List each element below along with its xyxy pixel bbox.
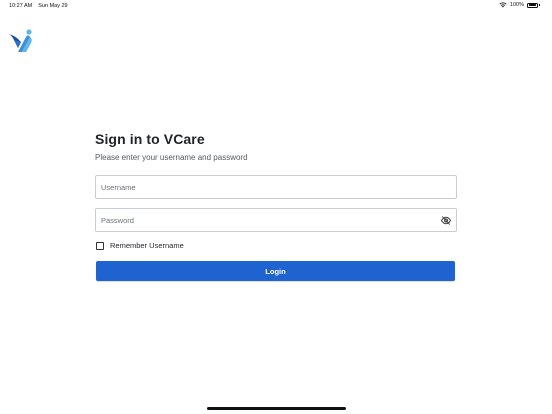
login-form: Sign in to VCare Please enter your usern… <box>95 131 457 281</box>
status-time: 10:27 AM <box>9 3 33 9</box>
status-left: 10:27 AM Sun May 29 <box>9 3 68 9</box>
remember-username-label: Remember Username <box>110 241 184 250</box>
page-subtitle: Please enter your username and password <box>95 153 248 162</box>
wifi-icon <box>499 2 507 8</box>
status-bar: 10:27 AM Sun May 29 100% <box>0 0 552 12</box>
home-indicator[interactable] <box>207 407 346 410</box>
login-button[interactable]: Login <box>96 261 455 281</box>
status-right: 100% <box>499 2 540 8</box>
battery-icon <box>527 2 538 8</box>
remember-username-row[interactable]: Remember Username <box>96 241 184 250</box>
username-input[interactable] <box>96 176 456 198</box>
username-field[interactable] <box>95 175 457 199</box>
status-date: Sun May 29 <box>38 3 68 9</box>
page-title: Sign in to VCare <box>95 131 205 147</box>
battery-tip <box>539 4 540 6</box>
battery-percent: 100% <box>509 2 524 8</box>
remember-username-checkbox[interactable] <box>96 241 104 250</box>
login-screen: 10:27 AM Sun May 29 100% Sign in to VCar… <box>0 0 552 414</box>
vcare-logo <box>7 29 32 52</box>
password-input[interactable] <box>96 209 456 231</box>
eye-off-icon[interactable] <box>441 216 451 225</box>
password-field[interactable] <box>95 208 457 232</box>
